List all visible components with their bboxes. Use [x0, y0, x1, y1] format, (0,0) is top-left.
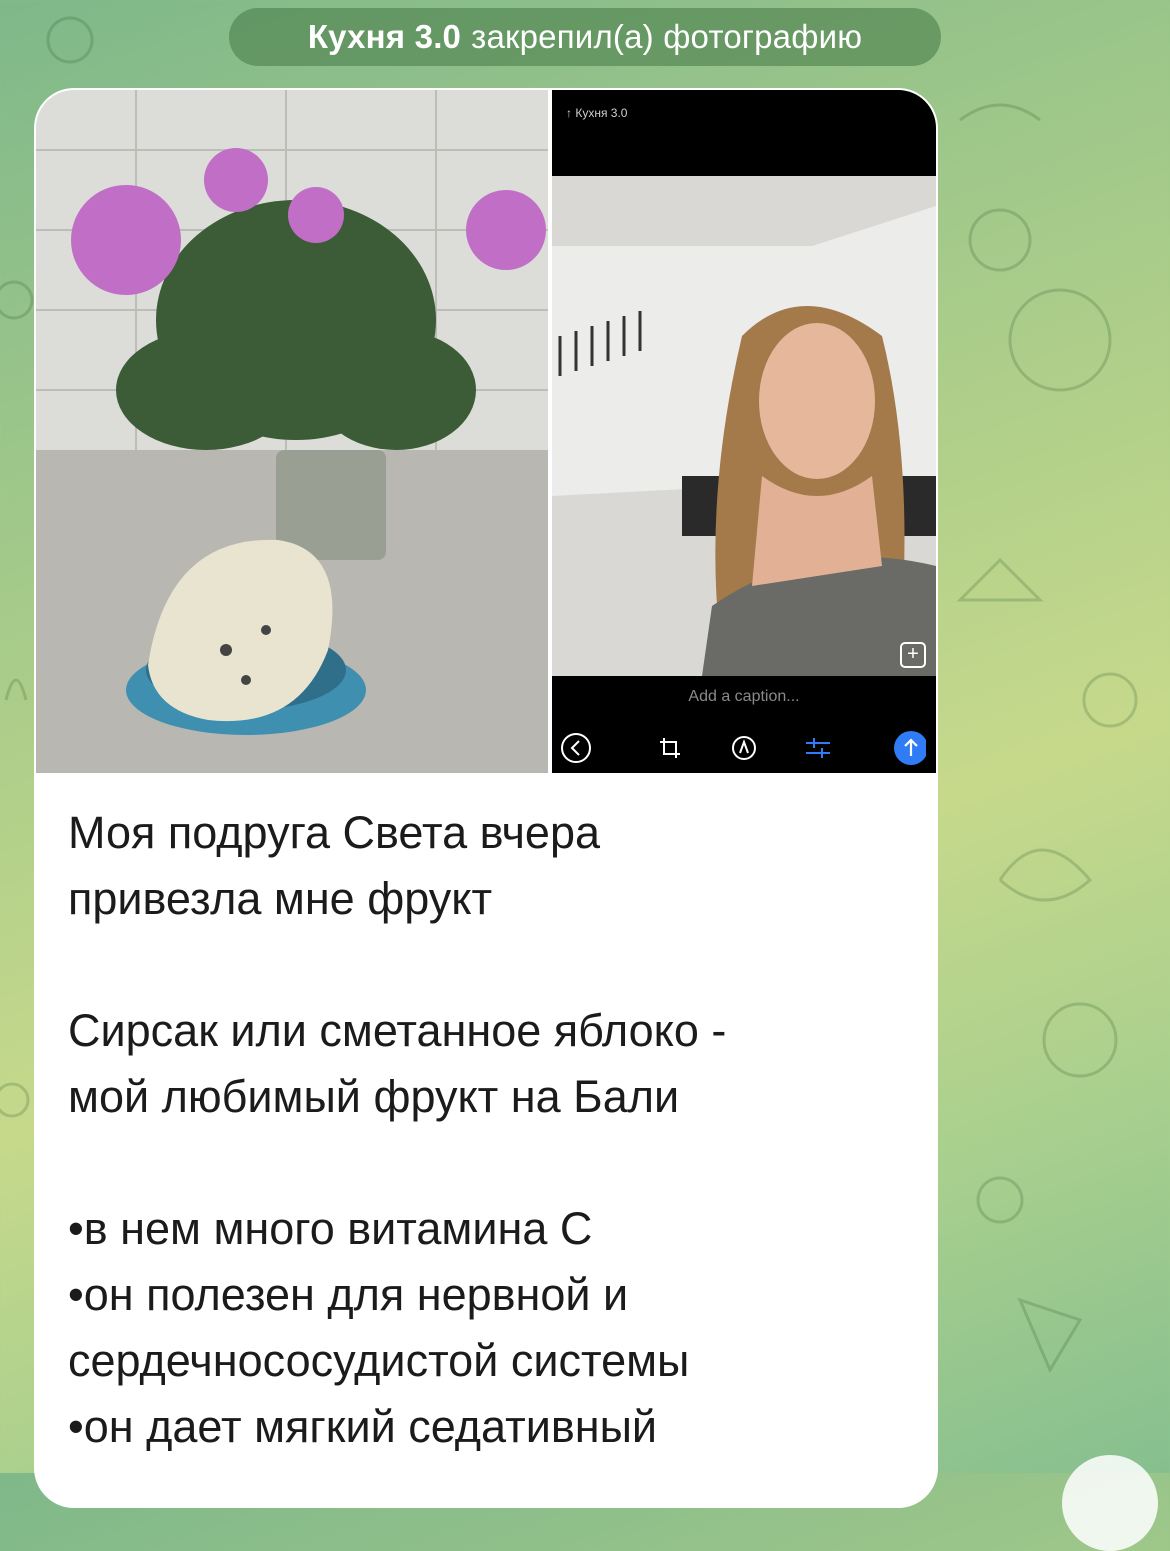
back-icon[interactable]	[560, 732, 592, 764]
selfie-screenshot[interactable]: ↑ Кухня 3.0 + Add a caption...	[552, 90, 936, 773]
paragraph-friend: Моя подруга Света вчера привезла мне фру…	[68, 807, 601, 924]
pinned-action-text: закрепил(а) фотографию	[471, 18, 863, 55]
crop-icon[interactable]	[654, 732, 686, 764]
markup-icon[interactable]	[728, 732, 760, 764]
paragraph-fruit: Сирсак или сметанное яблоко - мой любимы…	[68, 1005, 727, 1122]
pinned-author[interactable]: Кухня 3.0	[308, 18, 461, 56]
adjust-icon[interactable]	[802, 732, 834, 764]
media-album[interactable]: ↑ Кухня 3.0 + Add a caption...	[36, 90, 936, 773]
scroll-down-button[interactable]	[1062, 1455, 1158, 1551]
message-bubble[interactable]: ↑ Кухня 3.0 + Add a caption... Моя подру…	[34, 88, 938, 1508]
benefits-list: •в нем много витамина С •он полезен для …	[68, 1203, 690, 1452]
editor-toolbar	[552, 728, 936, 768]
pinned-service-message[interactable]: Кухня 3.0 закрепил(а) фотографию	[229, 8, 941, 66]
screenshot-header: ↑ Кухня 3.0	[566, 106, 628, 120]
send-icon[interactable]	[894, 731, 926, 765]
caption-input[interactable]: Add a caption...	[552, 688, 936, 706]
add-media-icon[interactable]: +	[900, 642, 926, 668]
message-text: Моя подруга Света вчера привезла мне фру…	[68, 800, 908, 1460]
fruit-and-flowers-photo[interactable]	[36, 90, 548, 773]
